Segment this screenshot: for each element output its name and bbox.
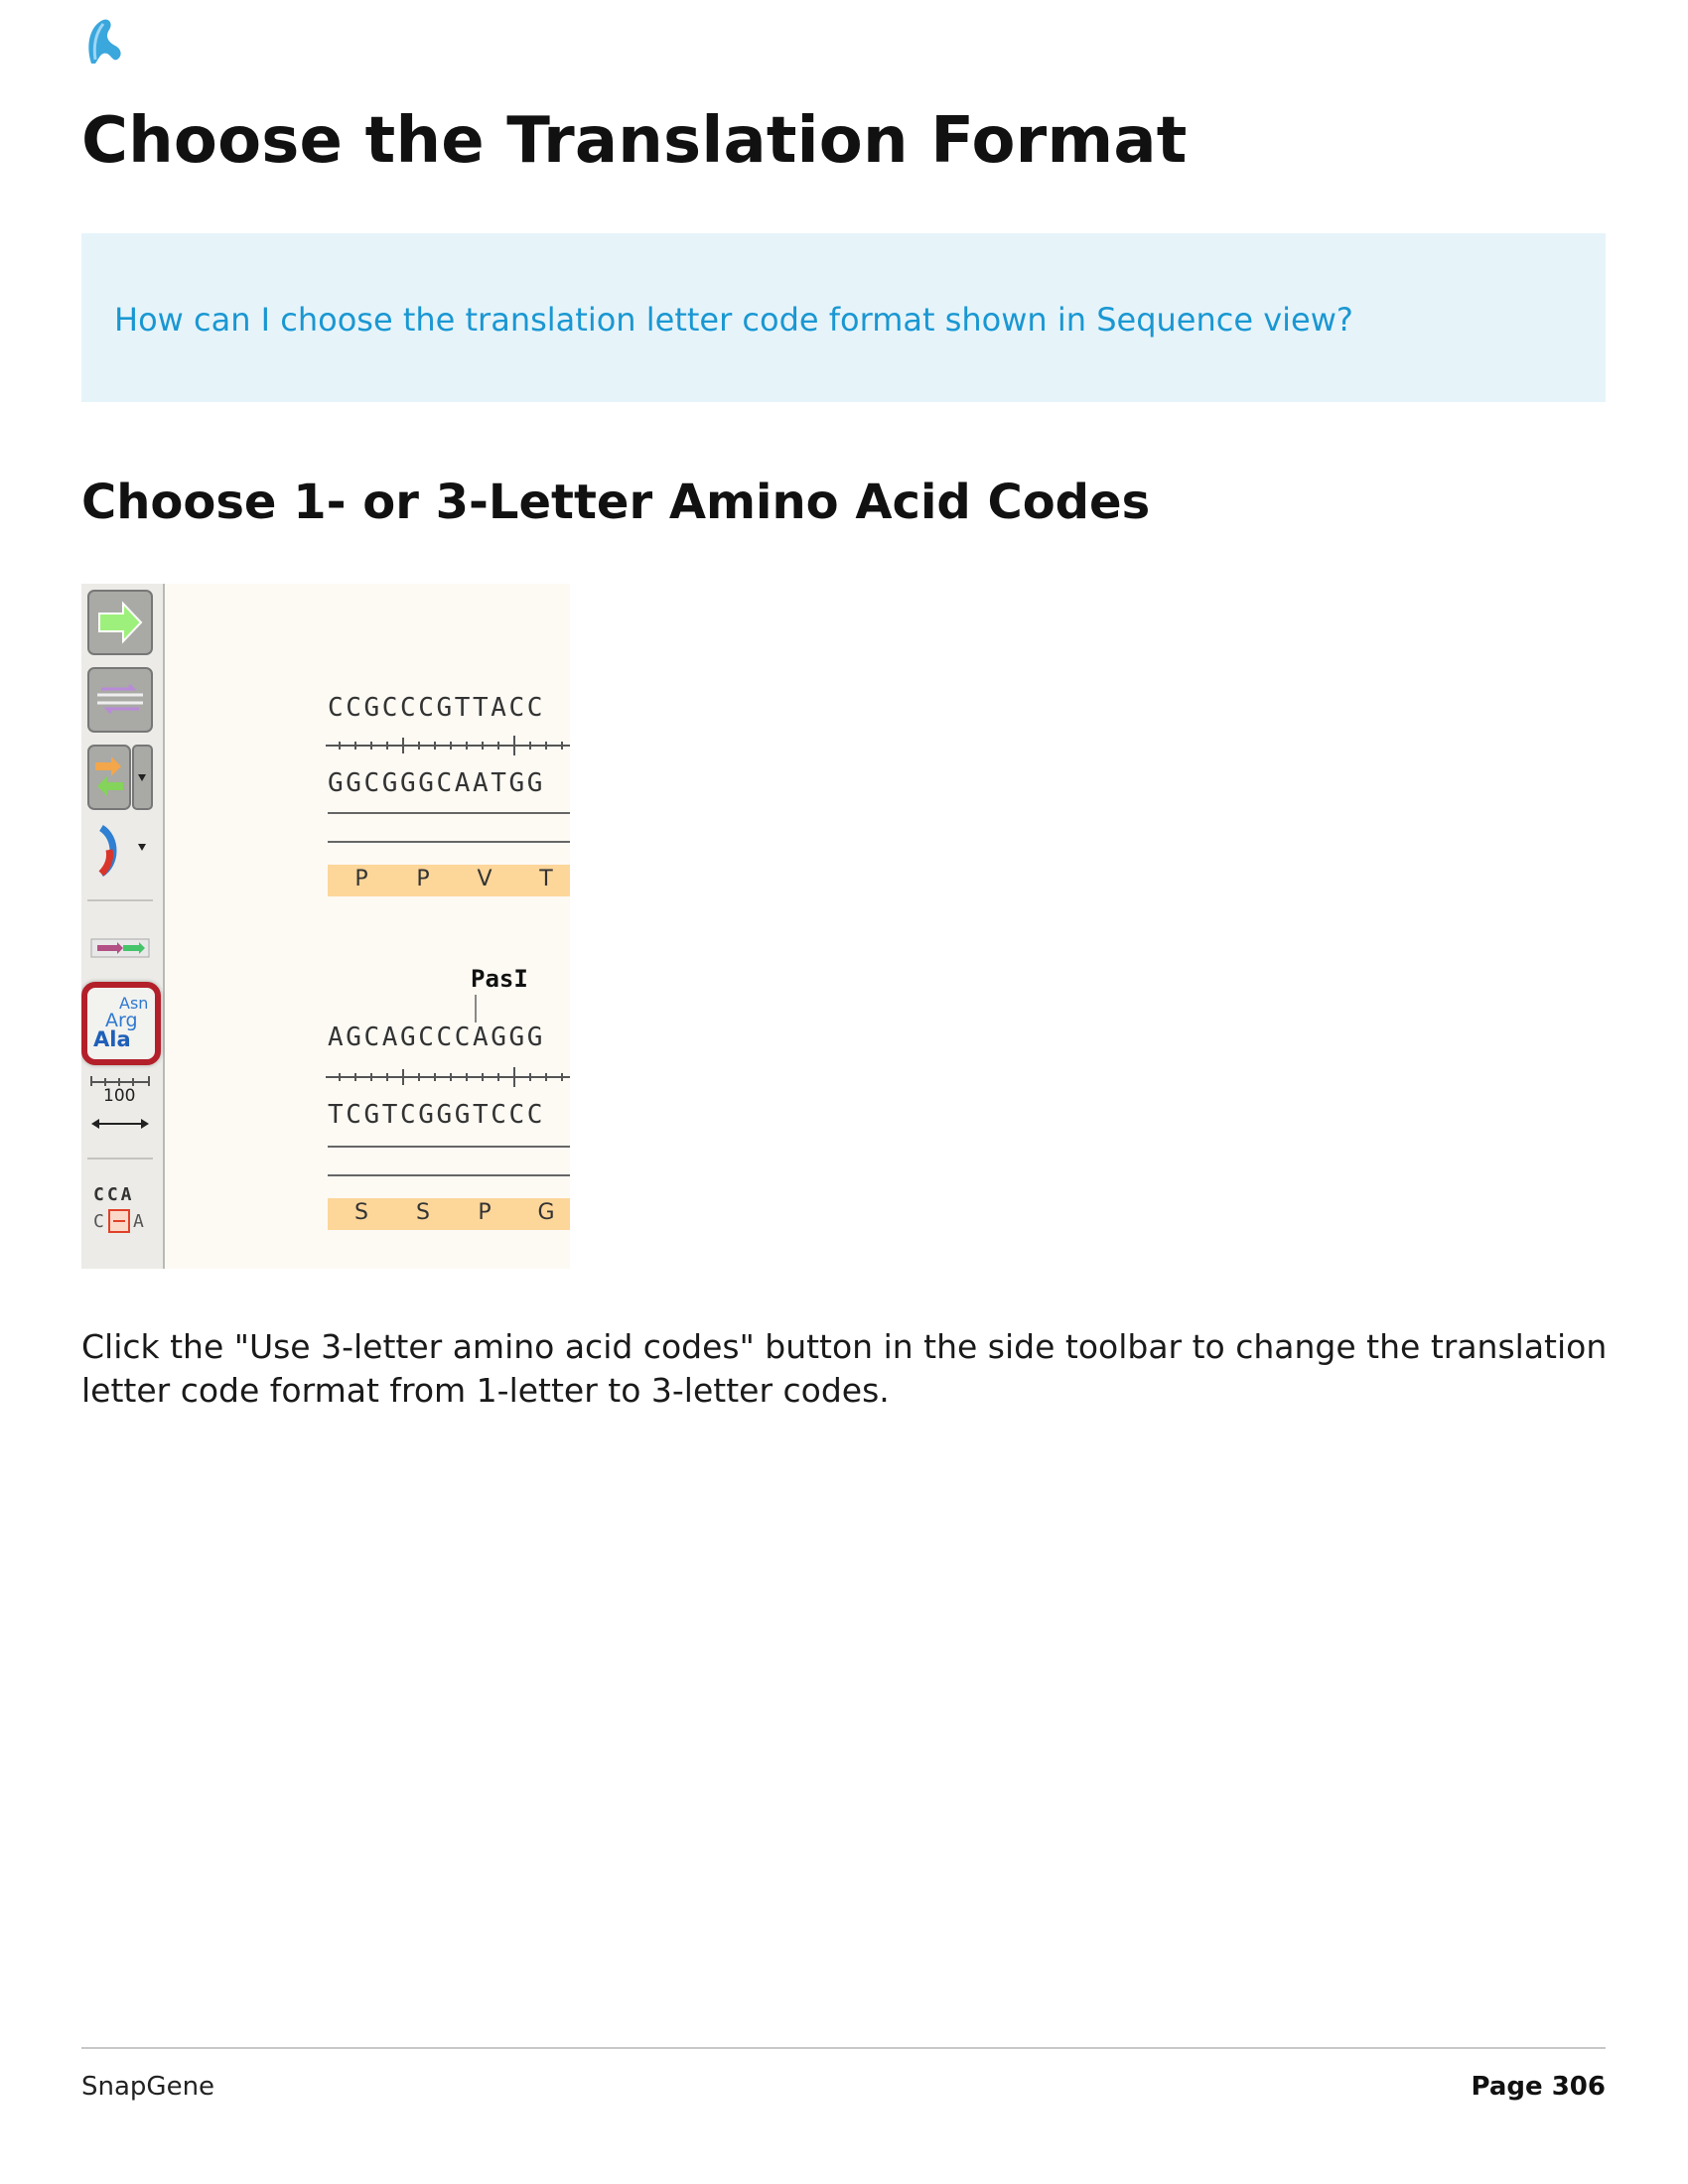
amino-acid: V bbox=[477, 867, 492, 891]
mismatch-bottom-right: A bbox=[133, 1211, 144, 1232]
snapgene-logo-icon bbox=[88, 19, 121, 64]
footer-divider bbox=[81, 2047, 1606, 2049]
feature-line bbox=[328, 1146, 570, 1148]
show-features-button[interactable] bbox=[87, 933, 153, 963]
mismatch-bottom-left: C bbox=[93, 1211, 104, 1232]
page-title: Choose the Translation Format bbox=[81, 104, 1188, 178]
amino-acid: S bbox=[416, 1200, 430, 1225]
mismatch-box-icon[interactable] bbox=[108, 1209, 130, 1233]
amino-acid: T bbox=[539, 867, 553, 891]
section-heading: Choose 1- or 3-Letter Amino Acid Codes bbox=[81, 475, 1151, 530]
aa-code-ala: Ala bbox=[93, 1027, 131, 1051]
enzyme-cut-line bbox=[475, 995, 477, 1023]
forward-arrow-button[interactable] bbox=[87, 590, 153, 655]
amino-acid: P bbox=[478, 1200, 492, 1225]
translation-bar-2: S S P G bbox=[328, 1198, 570, 1230]
page-number: Page 306 bbox=[1471, 2072, 1606, 2102]
amino-acid: G bbox=[537, 1200, 555, 1225]
sequence-ruler-1 bbox=[326, 736, 570, 755]
double-strand-button[interactable] bbox=[87, 667, 153, 733]
bottom-strand-1: GGCGGGCAATGG bbox=[328, 768, 546, 798]
sequence-ruler-2 bbox=[326, 1067, 570, 1087]
amino-acid: P bbox=[354, 867, 368, 891]
feature-arc-icon[interactable] bbox=[87, 820, 153, 880]
sequence-view-screenshot: Asn Arg Ala 100 CCA C A CCGCCCGTTACC GGC… bbox=[81, 584, 570, 1269]
bottom-strand-2: TCGTCGGGTCCC bbox=[328, 1100, 546, 1130]
description-paragraph: Click the "Use 3-letter amino acid codes… bbox=[81, 1327, 1608, 1410]
mismatch-top-text: CCA bbox=[93, 1184, 135, 1205]
footer-brand: SnapGene bbox=[81, 2072, 215, 2102]
question-callout: How can I choose the translation letter … bbox=[81, 233, 1606, 402]
zoom-width-icon[interactable] bbox=[87, 1114, 153, 1134]
top-strand-1: CCGCCCGTTACC bbox=[328, 693, 546, 723]
top-strand-2: AGCAGCCCAGGG bbox=[328, 1023, 546, 1052]
feature-line bbox=[328, 841, 570, 843]
feature-line bbox=[328, 812, 570, 814]
amino-acid: P bbox=[416, 867, 430, 891]
side-toolbar: Asn Arg Ala 100 CCA C A bbox=[81, 584, 165, 1269]
amino-acid: S bbox=[354, 1200, 368, 1225]
restriction-enzyme-label[interactable]: PasI bbox=[471, 965, 528, 993]
three-letter-codes-button[interactable]: Asn Arg Ala bbox=[81, 982, 161, 1065]
callout-question: How can I choose the translation letter … bbox=[114, 301, 1353, 339]
translation-direction-button[interactable] bbox=[87, 745, 153, 810]
scale-label: 100 bbox=[103, 1086, 136, 1106]
feature-line bbox=[328, 1174, 570, 1176]
translation-bar-1: P P V T bbox=[328, 865, 570, 896]
